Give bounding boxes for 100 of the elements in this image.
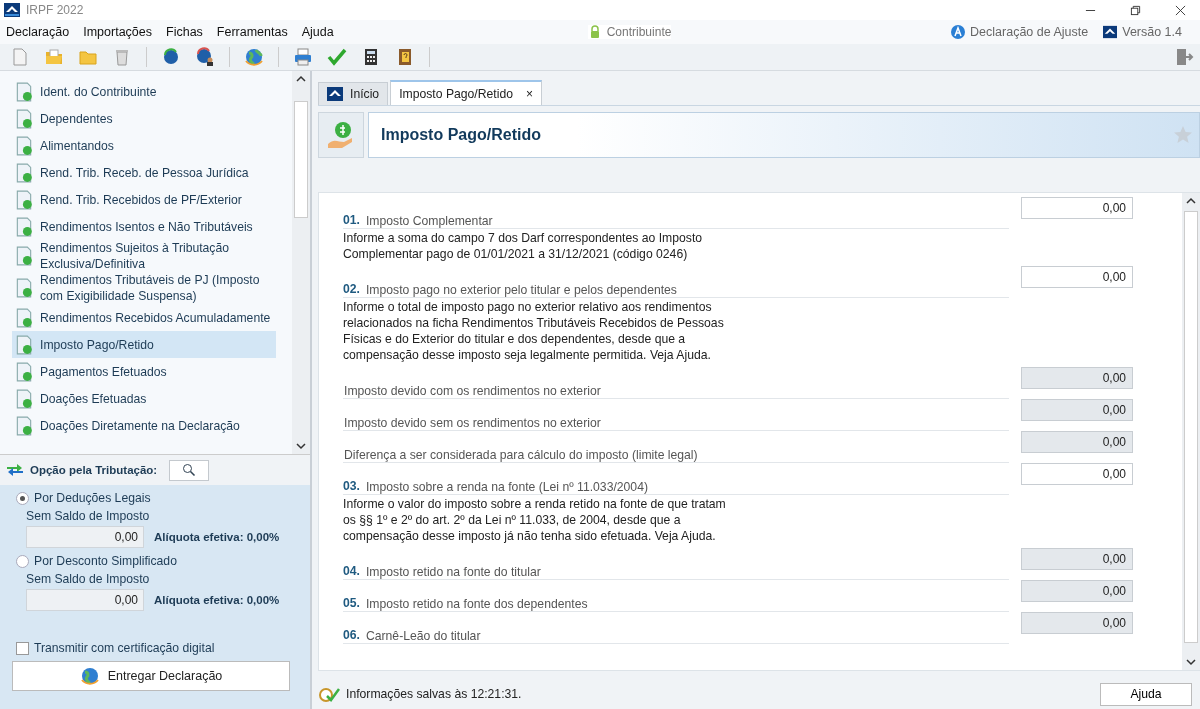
amount-field: 0,00 xyxy=(1021,580,1133,602)
field-label: Imposto devido com os rendimentos no exterior xyxy=(343,384,601,399)
scroll-down-icon[interactable] xyxy=(296,442,306,450)
sidebar-item[interactable]: Dependentes xyxy=(12,105,276,132)
scroll-up-icon[interactable] xyxy=(296,75,306,83)
printer-icon[interactable] xyxy=(293,47,313,67)
sidebar-item[interactable]: Rendimentos Sujeitos à Tributação Exclusiva/Definitiva xyxy=(12,240,276,272)
close-icon[interactable] xyxy=(1175,4,1186,16)
checkbox-label: Transmitir com certificação digital xyxy=(34,641,215,655)
field-number: 04. xyxy=(343,564,360,578)
amount-field: 0,00 xyxy=(26,589,144,611)
submit-declaration-button[interactable]: Entregar Declaração xyxy=(12,661,290,691)
sidebar-item[interactable]: Rend. Trib. Receb. de Pessoa Jurídica xyxy=(12,159,276,186)
globe-icon xyxy=(79,666,100,686)
amount-field: 0,00 xyxy=(26,526,144,548)
effective-rate-label: Alíquota efetiva: 0,00% xyxy=(154,594,280,606)
user-label: Contribuinte xyxy=(606,25,672,39)
version-label: Versão 1.4 xyxy=(1122,25,1182,39)
app-logo-icon xyxy=(327,87,343,101)
exit-door-icon[interactable] xyxy=(1174,47,1194,67)
amount-field[interactable]: 0,00 xyxy=(1021,463,1133,485)
globe-person-icon[interactable] xyxy=(195,47,215,67)
scrollbar[interactable] xyxy=(1182,193,1200,670)
menu-item[interactable]: Importações xyxy=(83,25,152,39)
option-label: Por Deduções Legais xyxy=(34,491,151,505)
form-icon xyxy=(14,415,34,436)
tab[interactable]: Imposto Pago/Retido × xyxy=(390,80,542,105)
letter-a-circle-icon xyxy=(951,25,966,39)
menu-item[interactable]: Ferramentas xyxy=(216,25,288,39)
effective-rate-label: Alíquota efetiva: 0,00% xyxy=(154,531,280,543)
form-icon xyxy=(14,246,34,266)
form-icon xyxy=(14,278,34,298)
form-icon xyxy=(14,162,34,183)
option-label: Por Desconto Simplificado xyxy=(34,554,177,568)
form-icon xyxy=(14,361,34,382)
field-label: Imposto retido na fonte do titular xyxy=(364,565,541,580)
radio-button[interactable] xyxy=(16,554,29,568)
field-label: Diferença a ser considerada para cálculo do imposto (limite legal) xyxy=(343,448,698,463)
form-icon xyxy=(14,108,34,129)
sidebar-item[interactable]: Doações Efetuadas xyxy=(12,385,276,412)
declaration-type-label: Declaração de Ajuste xyxy=(970,25,1089,39)
amount-field: 0,00 xyxy=(1021,431,1133,453)
swap-arrows-icon xyxy=(6,462,24,478)
sidebar-item[interactable]: Rendimentos Isentos e Não Tributáveis xyxy=(12,213,276,240)
checkbox[interactable] xyxy=(16,641,29,655)
field-label: Imposto pago no exterior pelo titular e pelos dependentes xyxy=(364,283,677,298)
amount-field[interactable]: 0,00 xyxy=(1021,197,1133,219)
checkmark-icon[interactable] xyxy=(327,47,347,67)
form-icon xyxy=(14,216,34,237)
star-icon[interactable] xyxy=(1173,125,1193,145)
taxation-title: Opção pela Tributação: xyxy=(30,464,158,476)
search-icon xyxy=(182,463,197,477)
amount-field[interactable]: 0,00 xyxy=(1021,266,1133,288)
menu-item[interactable]: Ajuda xyxy=(301,25,334,39)
restore-icon[interactable] xyxy=(1130,4,1141,16)
field-label: Imposto sobre a renda na fonte (Lei nº 11.033/2004) xyxy=(364,480,648,495)
scrollbar-thumb[interactable] xyxy=(1184,211,1198,643)
field-number: 01. xyxy=(343,213,360,227)
sidebar-item[interactable]: Rend. Trib. Recebidos de PF/Exterior xyxy=(12,186,276,213)
form-icon xyxy=(14,189,34,210)
help-text: Informe o valor do imposto sobre a renda retido na fonte de que tratam os §§ 1º e 2º do art. 2º da Lei nº 11.033, de 2004, desde que a compensação desse imposto já não tenha sido efetuada. Veja Ajuda. xyxy=(343,496,727,544)
scroll-up-icon[interactable] xyxy=(1186,197,1196,205)
help-text: Informe o total de imposto pago no exterior relativo aos rendimentos relacionados na ficha Rendimentos Tributáveis Recebidos de Pessoas Físicas e do Exterior do titular e dos dependentes, desde que a compensação desse imposto seja legalmente permitida. Veja Ajuda. xyxy=(343,299,725,363)
menu-item[interactable]: Fichas xyxy=(166,25,203,39)
sidebar-item[interactable]: Imposto Pago/Retido xyxy=(12,331,276,358)
field-number: 05. xyxy=(343,596,360,610)
amount-field: 0,00 xyxy=(1021,367,1133,389)
amount-field: 0,00 xyxy=(1021,548,1133,570)
form-icon xyxy=(14,307,34,328)
close-tab-button[interactable]: × xyxy=(525,86,533,101)
globe-icon[interactable] xyxy=(244,47,264,67)
field-number: 06. xyxy=(343,628,360,642)
app-logo-icon xyxy=(1103,25,1118,39)
sidebar-item[interactable]: Ident. do Contribuinte xyxy=(12,78,276,105)
form-icon xyxy=(14,135,34,156)
form-icon xyxy=(14,388,34,409)
search-button[interactable] xyxy=(169,459,210,481)
app-logo-icon xyxy=(4,3,20,17)
page-title: Imposto Pago/Retido xyxy=(381,126,541,144)
sidebar-item[interactable]: Rendimentos Tributáveis de PJ (Imposto com Exigibilidade Suspensa) xyxy=(12,272,276,304)
balance-label: Sem Saldo de Imposto xyxy=(26,509,151,523)
clock-check-icon xyxy=(318,685,340,703)
window-title: IRPF 2022 xyxy=(26,3,84,17)
tab[interactable]: Início xyxy=(318,82,389,105)
sidebar-item[interactable]: Rendimentos Recebidos Acumuladamente xyxy=(12,304,276,331)
scrollbar[interactable] xyxy=(292,71,310,454)
field-label: Imposto devido sem os rendimentos no exterior xyxy=(343,416,601,431)
sidebar-item[interactable]: Alimentandos xyxy=(12,132,276,159)
scroll-down-icon[interactable] xyxy=(1186,658,1196,666)
scrollbar-thumb[interactable] xyxy=(294,101,308,218)
status-message: Informações salvas às 12:21:31. xyxy=(346,687,522,701)
help-button[interactable]: Ajuda xyxy=(1100,682,1192,706)
balance-label: Sem Saldo de Imposto xyxy=(26,572,151,586)
sidebar-item[interactable]: Doações Diretamente na Declaração xyxy=(12,412,276,439)
field-number: 02. xyxy=(343,282,360,296)
field-label: Imposto Complementar xyxy=(364,214,493,229)
radio-button[interactable] xyxy=(16,491,29,505)
menu-item[interactable]: Declaração xyxy=(6,25,70,39)
sidebar-item[interactable]: Pagamentos Efetuados xyxy=(12,358,276,385)
field-number: 03. xyxy=(343,479,360,493)
